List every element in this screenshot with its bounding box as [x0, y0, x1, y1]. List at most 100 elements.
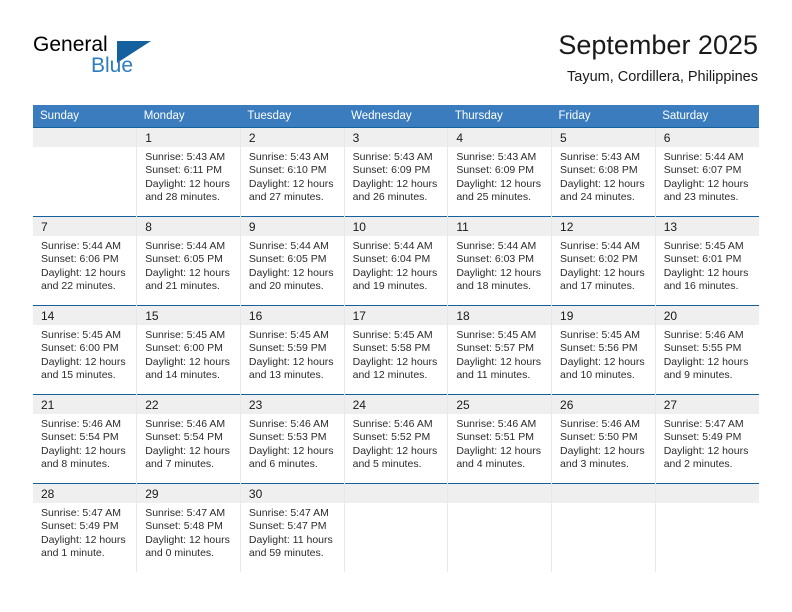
- day-cell-inner: 29 Sunrise: 5:47 AM Sunset: 5:48 PM Dayligh…: [137, 484, 240, 572]
- day-detail-sunrise: Sunrise: 5:43 AM: [560, 151, 640, 163]
- day-detail-daylight-line1: Daylight: 12 hours: [560, 177, 645, 190]
- day-detail-sunset: Sunset: 6:09 PM: [456, 164, 534, 177]
- day-detail-daylight-line1: Daylight: 12 hours: [41, 533, 126, 546]
- calendar-week-row: 1 Sunrise: 5:43 AM Sunset: 6:11 PM Daylight…: [33, 127, 759, 217]
- day-number: 29: [137, 484, 240, 503]
- calendar-day-cell[interactable]: 3 Sunrise: 5:43 AM Sunset: 6:09 PM Daylight…: [343, 127, 448, 217]
- day-details: Sunrise: 5:46 AM Sunset: 5:53 PM Daylight:…: [241, 414, 344, 472]
- calendar-day-cell[interactable]: 6 Sunrise: 5:44 AM Sunset: 6:07 PM Daylight…: [654, 127, 759, 217]
- day-detail-sunrise: Sunrise: 5:45 AM: [352, 329, 433, 341]
- day-detail-daylight-line1: Daylight: 12 hours: [352, 266, 438, 279]
- day-details: Sunrise: 5:46 AM Sunset: 5:55 PM Daylight:…: [656, 325, 759, 383]
- page-title: September 2025: [558, 30, 758, 60]
- calendar-day-cell[interactable]: 13 Sunrise: 5:45 AM Sunset: 6:01 PM Dayligh…: [654, 216, 759, 306]
- calendar-day-cell[interactable]: 19 Sunrise: 5:45 AM Sunset: 5:56 PM Dayligh…: [551, 305, 656, 395]
- day-detail-sunrise: Sunrise: 5:47 AM: [41, 507, 121, 519]
- day-details: [33, 147, 136, 151]
- day-cell-inner: 5 Sunrise: 5:43 AM Sunset: 6:08 PM Daylight…: [552, 128, 655, 216]
- day-detail-daylight-line1: Daylight: 12 hours: [145, 266, 230, 279]
- weekday-header-wednesday: Wednesday: [344, 105, 448, 128]
- day-detail-daylight-line2: and 19 minutes.: [352, 280, 428, 293]
- day-details: Sunrise: 5:46 AM Sunset: 5:50 PM Daylight:…: [552, 414, 655, 472]
- calendar-day-cell[interactable]: 25 Sunrise: 5:46 AM Sunset: 5:51 PM Dayligh…: [447, 394, 552, 484]
- day-details: Sunrise: 5:45 AM Sunset: 5:59 PM Daylight:…: [241, 325, 344, 383]
- calendar-day-cell[interactable]: 5 Sunrise: 5:43 AM Sunset: 6:08 PM Daylight…: [551, 127, 656, 217]
- day-detail-sunrise: Sunrise: 5:47 AM: [663, 418, 744, 430]
- day-number: 18: [448, 306, 552, 325]
- day-number: [33, 128, 137, 147]
- day-details: [448, 503, 551, 507]
- day-cell-inner: [552, 484, 655, 572]
- day-cell-inner: 24 Sunrise: 5:46 AM Sunset: 5:52 PM Dayligh…: [344, 395, 448, 483]
- calendar-day-cell[interactable]: 1 Sunrise: 5:43 AM Sunset: 6:11 PM Daylight…: [136, 127, 241, 217]
- day-detail-daylight-line2: and 4 minutes.: [456, 458, 526, 471]
- day-detail-sunrise: Sunrise: 5:46 AM: [352, 418, 433, 430]
- calendar-day-cell[interactable]: 27 Sunrise: 5:47 AM Sunset: 5:49 PM Dayligh…: [654, 394, 759, 484]
- calendar-day-cell[interactable]: 15 Sunrise: 5:45 AM Sunset: 6:00 PM Dayligh…: [136, 305, 241, 395]
- day-detail-daylight-line1: Daylight: 12 hours: [248, 266, 334, 279]
- day-details: Sunrise: 5:46 AM Sunset: 5:54 PM Daylight:…: [33, 414, 136, 472]
- day-number: 6: [655, 128, 759, 147]
- day-cell-inner: 8 Sunrise: 5:44 AM Sunset: 6:05 PM Daylight…: [137, 217, 240, 305]
- day-detail-sunrise: Sunrise: 5:47 AM: [248, 507, 329, 519]
- day-detail-daylight-line1: Daylight: 12 hours: [560, 266, 645, 279]
- calendar-day-cell[interactable]: 18 Sunrise: 5:45 AM Sunset: 5:57 PM Dayligh…: [447, 305, 552, 395]
- day-detail-daylight-line1: Daylight: 12 hours: [456, 355, 541, 368]
- day-detail-daylight-line1: Daylight: 12 hours: [41, 266, 126, 279]
- calendar-day-cell[interactable]: 16 Sunrise: 5:45 AM Sunset: 5:59 PM Dayligh…: [239, 305, 345, 395]
- calendar-header-row: Sunday Monday Tuesday Wednesday Thursday…: [33, 105, 759, 128]
- day-number: 16: [240, 306, 344, 325]
- day-cell-inner: [448, 484, 552, 572]
- generalblue-logo[interactable]: General Blue: [33, 33, 163, 83]
- day-detail-daylight-line1: Daylight: 12 hours: [456, 266, 541, 279]
- calendar-day-cell[interactable]: 7 Sunrise: 5:44 AM Sunset: 6:06 PM Daylight…: [33, 216, 137, 306]
- calendar-day-cell[interactable]: 2 Sunrise: 5:43 AM Sunset: 6:10 PM Daylight…: [239, 127, 345, 217]
- calendar-day-cell[interactable]: 30 Sunrise: 5:47 AM Sunset: 5:47 PM Dayligh…: [239, 483, 345, 572]
- calendar-page: General Blue September 2025 Tayum, Cordi…: [0, 0, 792, 612]
- calendar-day-cell[interactable]: 4 Sunrise: 5:43 AM Sunset: 6:09 PM Daylight…: [447, 127, 552, 217]
- calendar-day-cell[interactable]: 9 Sunrise: 5:44 AM Sunset: 6:05 PM Daylight…: [239, 216, 345, 306]
- day-cell-inner: 26 Sunrise: 5:46 AM Sunset: 5:50 PM Dayligh…: [552, 395, 655, 483]
- day-number: 2: [240, 128, 344, 147]
- calendar-day-cell[interactable]: 28 Sunrise: 5:47 AM Sunset: 5:49 PM Dayligh…: [33, 483, 137, 572]
- calendar-day-cell[interactable]: 20 Sunrise: 5:46 AM Sunset: 5:55 PM Dayligh…: [654, 305, 759, 395]
- calendar-day-cell[interactable]: 22 Sunrise: 5:46 AM Sunset: 5:54 PM Dayligh…: [136, 394, 241, 484]
- calendar-day-cell[interactable]: 26 Sunrise: 5:46 AM Sunset: 5:50 PM Dayligh…: [551, 394, 656, 484]
- page-subtitle: Tayum, Cordillera, Philippines: [567, 69, 758, 85]
- day-details: Sunrise: 5:43 AM Sunset: 6:11 PM Daylight:…: [137, 147, 240, 205]
- day-detail-daylight-line1: Daylight: 12 hours: [663, 177, 749, 190]
- day-cell-inner: 12 Sunrise: 5:44 AM Sunset: 6:02 PM Dayligh…: [552, 217, 655, 305]
- calendar-day-cell[interactable]: 21 Sunrise: 5:46 AM Sunset: 5:54 PM Dayligh…: [33, 394, 137, 484]
- calendar-day-cell[interactable]: 10 Sunrise: 5:44 AM Sunset: 6:04 PM Dayligh…: [343, 216, 448, 306]
- day-number: 30: [240, 484, 344, 503]
- day-cell-inner: 3 Sunrise: 5:43 AM Sunset: 6:09 PM Daylight…: [344, 128, 448, 216]
- day-details: [552, 503, 655, 507]
- day-detail-daylight-line2: and 10 minutes.: [560, 369, 635, 382]
- calendar-day-cell[interactable]: 17 Sunrise: 5:45 AM Sunset: 5:58 PM Dayligh…: [343, 305, 448, 395]
- day-details: Sunrise: 5:44 AM Sunset: 6:04 PM Daylight:…: [345, 236, 448, 294]
- day-detail-sunset: Sunset: 6:03 PM: [456, 253, 534, 266]
- calendar-day-cell[interactable]: 8 Sunrise: 5:44 AM Sunset: 6:05 PM Daylight…: [136, 216, 241, 306]
- calendar-day-cell[interactable]: 23 Sunrise: 5:46 AM Sunset: 5:53 PM Dayligh…: [239, 394, 345, 484]
- day-detail-daylight-line1: Daylight: 12 hours: [663, 266, 749, 279]
- calendar-day-cell[interactable]: 24 Sunrise: 5:46 AM Sunset: 5:52 PM Dayligh…: [343, 394, 448, 484]
- day-details: Sunrise: 5:47 AM Sunset: 5:49 PM Daylight:…: [656, 414, 759, 472]
- day-number: 22: [137, 395, 240, 414]
- day-detail-daylight-line1: Daylight: 12 hours: [352, 177, 438, 190]
- calendar-day-cell[interactable]: 11 Sunrise: 5:44 AM Sunset: 6:03 PM Dayligh…: [447, 216, 552, 306]
- day-detail-sunset: Sunset: 6:00 PM: [41, 342, 119, 355]
- calendar-day-cell[interactable]: 14 Sunrise: 5:45 AM Sunset: 6:00 PM Dayligh…: [33, 305, 137, 395]
- day-number: 12: [552, 217, 655, 236]
- calendar-day-cell[interactable]: 29 Sunrise: 5:47 AM Sunset: 5:48 PM Dayligh…: [136, 483, 241, 572]
- calendar-day-cell[interactable]: 12 Sunrise: 5:44 AM Sunset: 6:02 PM Dayligh…: [551, 216, 656, 306]
- day-detail-sunset: Sunset: 5:59 PM: [248, 342, 327, 355]
- day-detail-sunset: Sunset: 6:07 PM: [663, 164, 742, 177]
- day-detail-sunset: Sunset: 6:05 PM: [248, 253, 327, 266]
- day-cell-inner: 13 Sunrise: 5:45 AM Sunset: 6:01 PM Dayligh…: [655, 217, 759, 305]
- calendar-week-row: 14 Sunrise: 5:45 AM Sunset: 6:00 PM Dayligh…: [33, 305, 759, 395]
- day-detail-daylight-line1: Daylight: 12 hours: [41, 444, 126, 457]
- day-detail-daylight-line2: and 59 minutes.: [248, 547, 324, 560]
- day-detail-sunset: Sunset: 5:55 PM: [663, 342, 742, 355]
- day-cell-inner: 4 Sunrise: 5:43 AM Sunset: 6:09 PM Daylight…: [448, 128, 552, 216]
- day-cell-inner: 22 Sunrise: 5:46 AM Sunset: 5:54 PM Dayligh…: [137, 395, 240, 483]
